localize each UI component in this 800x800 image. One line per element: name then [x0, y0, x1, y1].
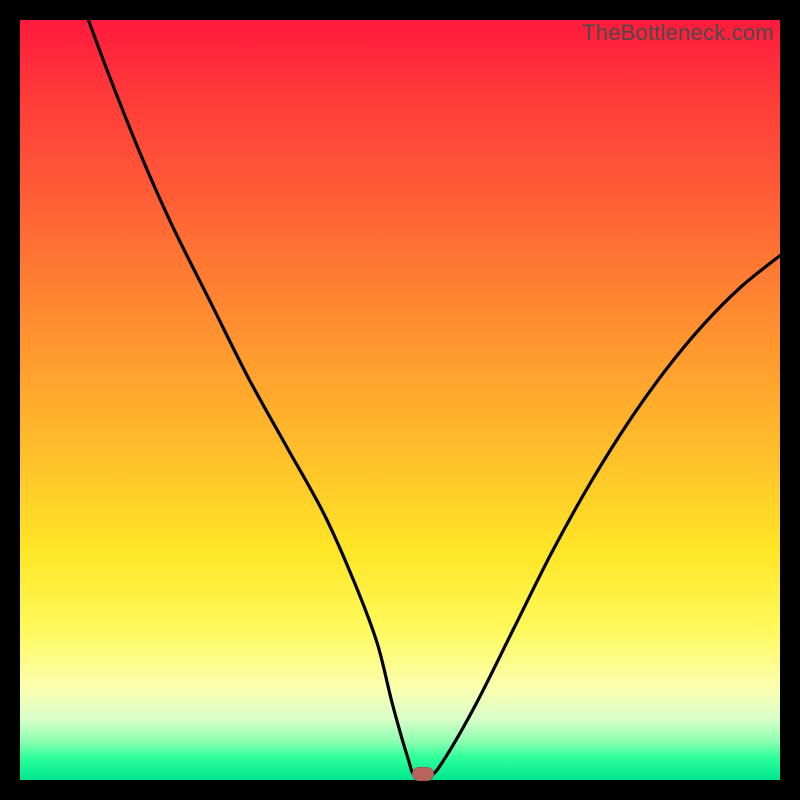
- optimum-marker: [412, 767, 434, 781]
- bottleneck-curve: [88, 20, 780, 779]
- curve-svg: [20, 20, 780, 780]
- chart-frame: TheBottleneck.com: [0, 0, 800, 800]
- plot-area: TheBottleneck.com: [20, 20, 780, 780]
